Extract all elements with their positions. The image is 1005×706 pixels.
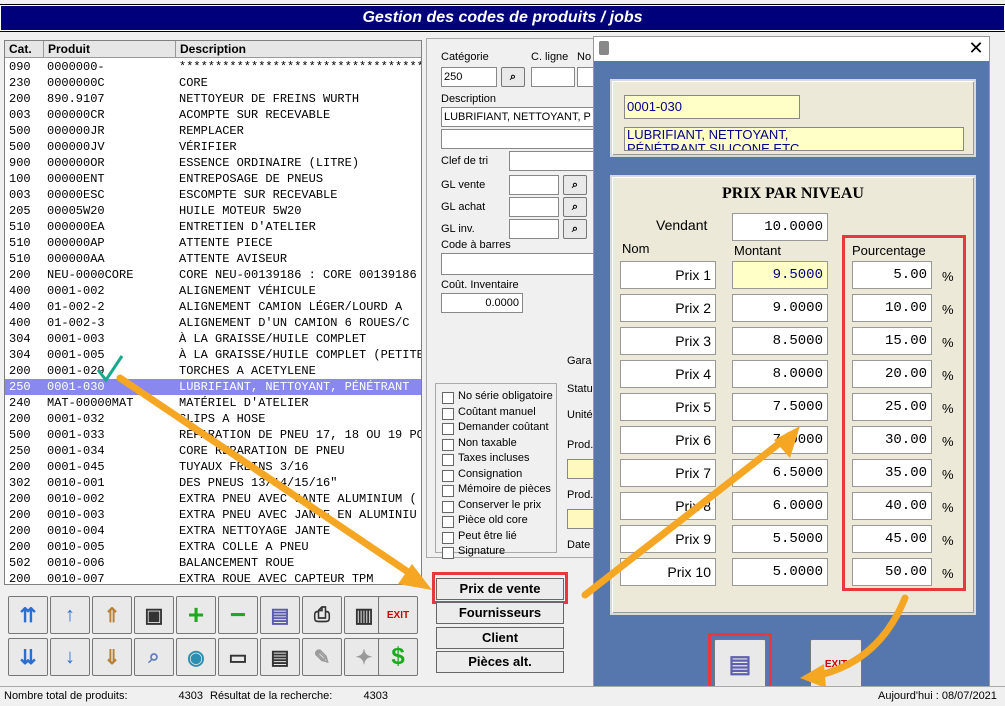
date-text: Aujourd'hui : 08/07/2021 xyxy=(878,690,997,702)
arrow-pct-to-save xyxy=(816,594,909,679)
arrow-button-to-dialog xyxy=(581,431,794,599)
arrowhead-3 xyxy=(800,664,826,688)
arrowhead-2 xyxy=(774,426,800,458)
annotation-arrows xyxy=(96,355,909,688)
result-value: 4303 xyxy=(363,690,388,702)
result-label: Résultat de la recherche: xyxy=(210,690,333,702)
arrow-list-to-button xyxy=(116,374,424,584)
status-bar: Nombre total de produits: 4303 Résultat … xyxy=(0,686,1005,706)
total-label: Nombre total de produits: xyxy=(4,690,128,702)
total-value: 4303 xyxy=(178,690,203,702)
